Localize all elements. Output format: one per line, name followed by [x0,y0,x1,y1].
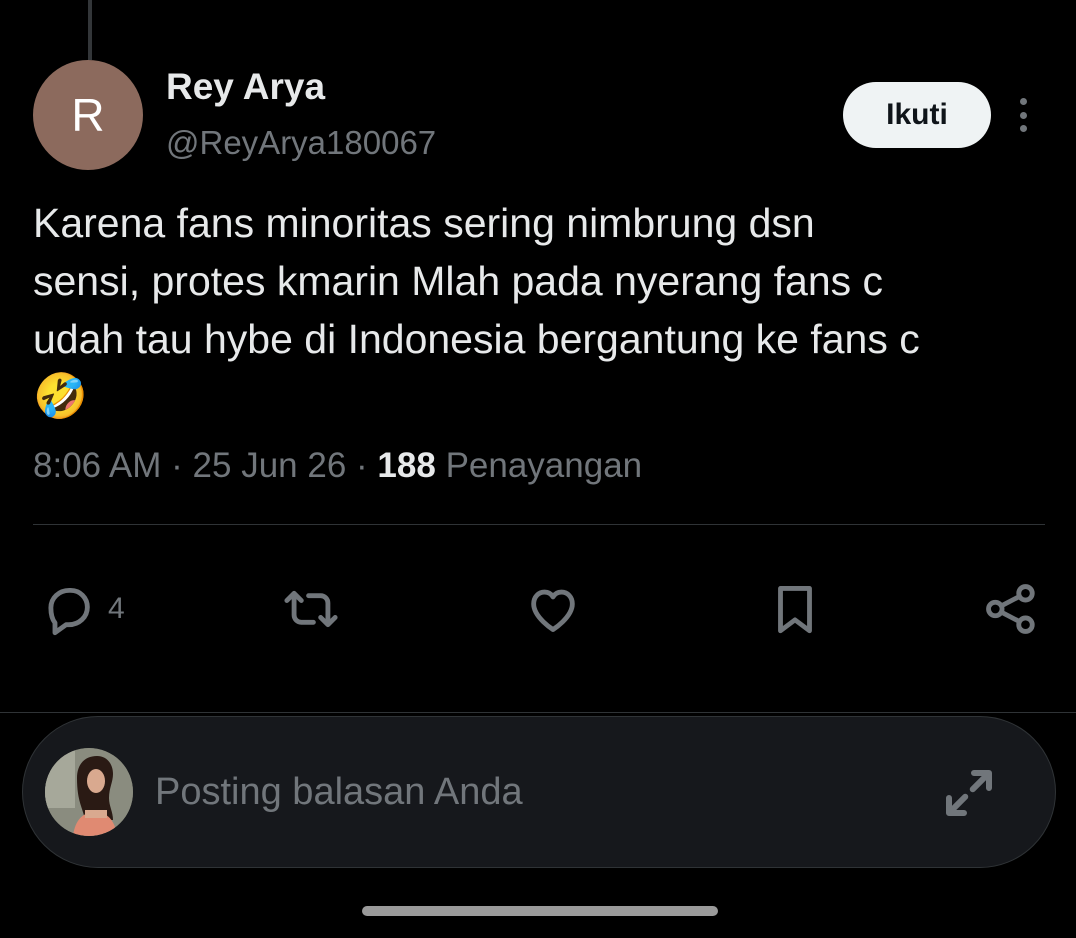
tweet-text-line: sensi, protes kmarin Mlah pada nyerang f… [33,258,884,304]
share-button[interactable] [982,580,1040,638]
action-bar: 4 [0,580,1076,650]
reply-icon [48,587,90,636]
like-icon [531,589,575,632]
tweet-metadata: 8:06 AM · 25 Jun 26 · 188 Penayangan [33,446,642,486]
tweet-date[interactable]: 25 Jun 26 [193,446,347,485]
like-button[interactable] [524,580,582,638]
author-handle[interactable]: @ReyArya180067 [166,124,436,162]
meta-separator: · [356,446,368,485]
follow-button[interactable]: Ikuti [843,82,991,148]
avatar-letter: R [71,89,105,141]
current-user-avatar[interactable] [45,748,133,836]
tweet-text-line: udah tau hybe di Indonesia bergantung ke… [33,316,920,362]
bookmark-icon [778,586,812,634]
reply-count: 4 [108,592,125,625]
retweet-icon [284,590,338,628]
retweet-button[interactable] [282,580,340,638]
expand-icon [946,770,992,816]
tweet-time[interactable]: 8:06 AM [33,446,161,485]
meta-separator: · [171,446,183,485]
metadata-divider [33,524,1045,525]
tweet-text-line: Karena fans minoritas sering nimbrung ds… [33,200,815,246]
share-icon [986,584,1035,634]
rolling-laughing-emoji: 🤣 [33,371,88,422]
author-avatar[interactable]: R [33,60,143,170]
reply-input-placeholder[interactable]: Posting balasan Anda [155,771,523,814]
bookmark-button[interactable] [766,580,824,638]
author-display-name[interactable]: Rey Arya [166,66,325,108]
reply-section-divider [0,712,1076,713]
reply-composer-bar[interactable]: Posting balasan Anda [22,716,1056,868]
reply-button[interactable]: 4 [40,580,125,638]
tweet-text: Karena fans minoritas sering nimbrung ds… [33,194,1053,426]
views-count: 188 [377,446,436,485]
thread-connector-line [88,0,92,60]
home-indicator[interactable] [362,906,718,916]
more-options-icon[interactable] [1008,92,1038,138]
views-label: Penayangan [445,446,643,485]
expand-composer-button[interactable] [939,763,999,823]
